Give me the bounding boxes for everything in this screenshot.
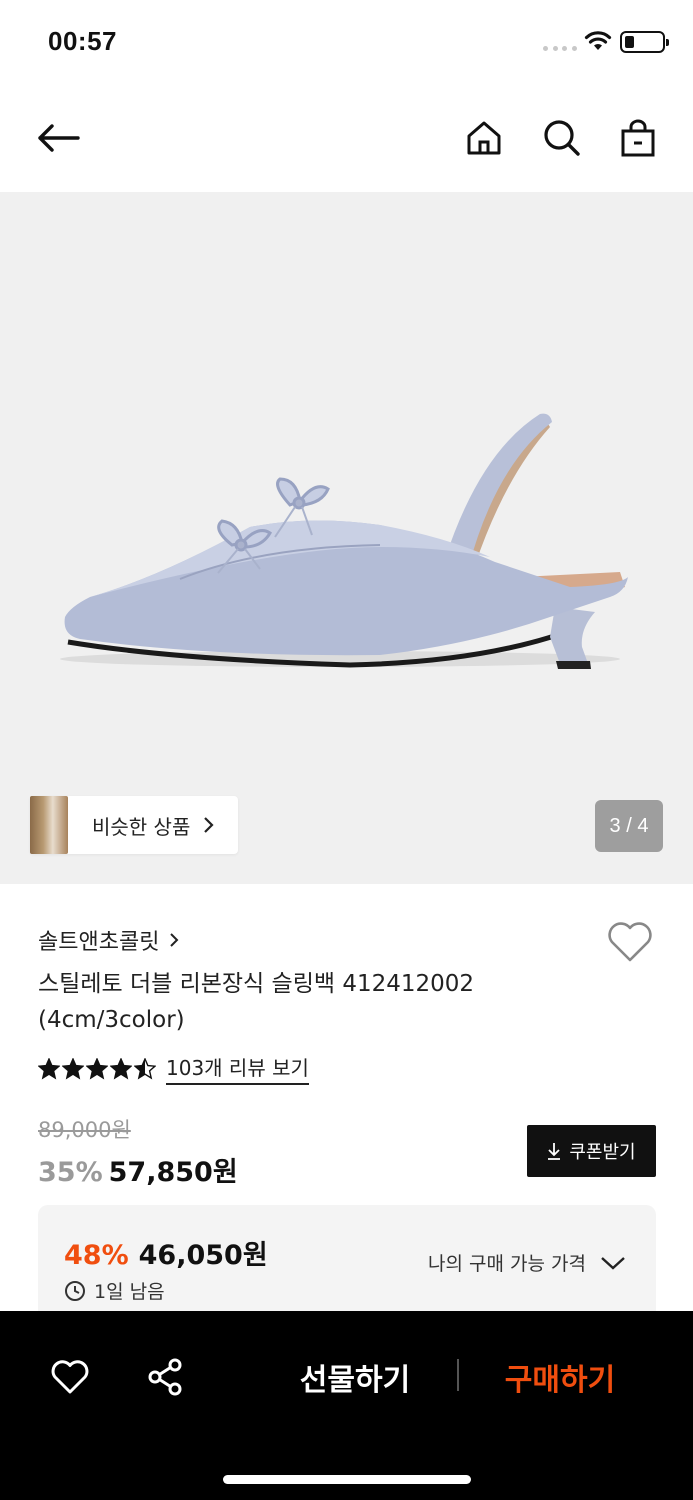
bottom-wishlist-button[interactable] xyxy=(48,1355,92,1399)
cart-button[interactable] xyxy=(614,114,662,162)
review-link[interactable]: 103개 리뷰 보기 xyxy=(166,1052,309,1085)
time-remaining: 1일 남음 xyxy=(64,1277,165,1304)
status-time: 00:57 xyxy=(48,26,117,56)
home-button[interactable] xyxy=(460,114,508,162)
heart-icon xyxy=(51,1360,89,1394)
product-image xyxy=(60,413,629,669)
shopping-bag-icon xyxy=(621,119,655,157)
home-indicator xyxy=(223,1475,471,1484)
battery-icon xyxy=(620,31,669,53)
clock-icon xyxy=(65,1280,85,1301)
back-arrow-icon xyxy=(38,124,80,152)
discount-rate: 35% xyxy=(38,1157,103,1188)
similar-products-button[interactable]: 비슷한 상품 xyxy=(30,796,238,854)
product-image-carousel[interactable]: 3 / 4 xyxy=(0,192,693,884)
my-price-toggle[interactable]: 나의 구매 가능 가격 xyxy=(428,1249,626,1276)
original-price: 89,000원 xyxy=(38,1118,131,1142)
brand-link[interactable]: 솔트앤초콜릿 xyxy=(38,924,179,956)
search-button[interactable] xyxy=(538,114,586,162)
my-price-row: 48% 46,050원 xyxy=(64,1233,268,1272)
coupon-label: 쿠폰받기 xyxy=(569,1142,636,1163)
search-icon xyxy=(544,120,580,156)
back-button[interactable] xyxy=(34,114,82,162)
similar-products-label: 비슷한 상품 xyxy=(92,814,191,839)
top-nav xyxy=(0,90,693,190)
star-icon xyxy=(134,1057,156,1079)
brand-name: 솔트앤초콜릿 xyxy=(38,930,160,955)
signal-icon xyxy=(543,46,577,52)
heart-icon xyxy=(608,922,652,962)
my-discount-rate: 48% xyxy=(64,1240,129,1271)
similar-product-thumbnail xyxy=(30,796,68,854)
share-icon xyxy=(148,1358,182,1396)
download-icon xyxy=(548,1143,561,1160)
sale-price-row: 35% 57,850원 xyxy=(38,1150,238,1189)
share-button[interactable] xyxy=(143,1355,187,1399)
image-page-counter: 3 / 4 xyxy=(595,800,663,852)
gift-button[interactable]: 선물하기 xyxy=(290,1351,420,1403)
bottom-action-bar: 선물하기 구매하기 xyxy=(0,1311,693,1500)
my-price-toggle-label: 나의 구매 가능 가격 xyxy=(428,1253,586,1275)
chevron-right-icon xyxy=(170,933,179,947)
star-icon xyxy=(62,1057,84,1079)
rating-stars xyxy=(38,1057,156,1080)
home-icon xyxy=(467,121,501,155)
wishlist-button[interactable] xyxy=(606,920,654,968)
wifi-icon xyxy=(584,31,612,50)
star-icon xyxy=(38,1057,60,1079)
product-title: 스틸레토 더블 리본장식 슬링백 412412002 (4cm/3color) xyxy=(38,971,475,1033)
star-icon xyxy=(110,1057,132,1079)
bottom-bar-divider xyxy=(457,1359,459,1391)
my-price-box: 48% 46,050원 1일 남음 나의 구매 가능 가격 xyxy=(38,1205,656,1325)
coupon-button[interactable]: 쿠폰받기 xyxy=(527,1125,656,1177)
chevron-right-icon xyxy=(204,817,214,833)
my-price: 46,050원 xyxy=(138,1240,268,1271)
buy-button[interactable]: 구매하기 xyxy=(495,1351,625,1403)
chevron-down-icon xyxy=(601,1256,625,1270)
star-icon xyxy=(86,1057,108,1079)
time-remaining-label: 1일 남음 xyxy=(94,1281,165,1303)
rating-row: 103개 리뷰 보기 xyxy=(38,1052,309,1085)
sale-price: 57,850원 xyxy=(108,1157,238,1188)
status-bar: 00:57 xyxy=(0,0,693,84)
